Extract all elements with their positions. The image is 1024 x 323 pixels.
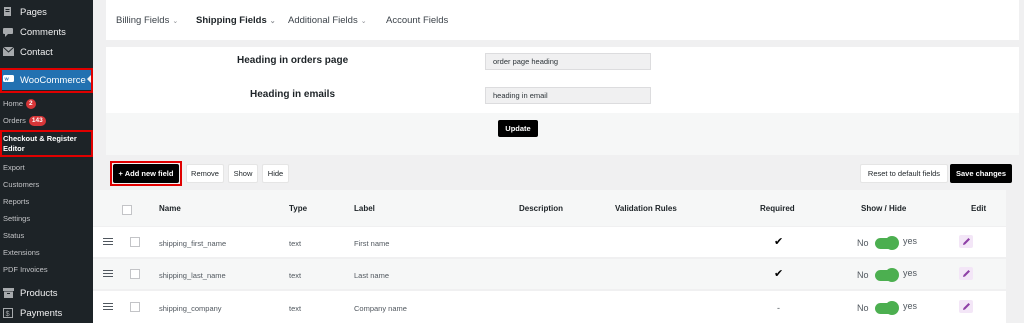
sidebar-item-label: Contact — [20, 46, 53, 58]
required-check-icon: ✔ — [774, 268, 784, 280]
drag-handle-icon[interactable] — [103, 270, 113, 278]
sidebar-subitem-extensions[interactable]: Extensions — [0, 248, 93, 258]
tab-billing-fields[interactable]: Billing Fields ⌄ — [116, 15, 178, 26]
toggle-yes-label: yes — [903, 268, 918, 278]
highlight-box-checkout-editor — [0, 130, 93, 157]
chevron-down-icon: ⌄ — [172, 18, 179, 25]
sidebar-subitem-home[interactable]: Home 2 — [0, 99, 93, 110]
sidebar-item-label: Comments — [20, 26, 66, 38]
field-name: shipping_last_name — [159, 271, 226, 280]
field-tabs: Billing Fields ⌄ Shipping Fields ⌄ Additio… — [106, 0, 1019, 40]
sidebar-subitem-customers[interactable]: Customers — [0, 180, 93, 190]
edit-pencil-icon[interactable] — [959, 300, 973, 313]
heading-settings-panel: Heading in orders page order page headin… — [106, 47, 1019, 155]
settings-row: Heading in emails heading in email — [106, 79, 1019, 111]
pages-icon — [3, 7, 14, 17]
toggle-no-label: No — [857, 238, 869, 248]
main-content: Billing Fields ⌄ Shipping Fields ⌄ Additio… — [93, 0, 1024, 323]
sidebar-subitem-status[interactable]: Status — [0, 231, 93, 241]
show-hide-toggle[interactable] — [875, 268, 899, 282]
field-type: text — [289, 271, 302, 280]
sidebar-subitem-reports[interactable]: Reports — [0, 197, 93, 207]
field-label: Company name — [354, 304, 407, 313]
drag-handle-icon[interactable] — [103, 238, 113, 246]
field-name: shipping_first_name — [159, 239, 227, 248]
sidebar-item-pages[interactable]: Pages — [0, 2, 93, 22]
count-badge: 143 — [28, 116, 46, 127]
sidebar-subitem-pdf-invoices[interactable]: PDF Invoices — [0, 265, 93, 275]
emails-heading-label: Heading in emails — [250, 89, 336, 100]
update-button[interactable]: Update — [498, 120, 538, 137]
column-header-validation-rules: Validation Rules — [615, 204, 677, 213]
column-header-edit: Edit — [971, 204, 987, 213]
archive-icon — [3, 288, 14, 298]
row-checkbox[interactable] — [130, 237, 140, 247]
chevron-down-icon: ⌄ — [360, 18, 367, 25]
sidebar-item-products[interactable]: Products — [0, 283, 93, 303]
envelope-icon — [2, 46, 15, 57]
select-all-checkbox[interactable] — [122, 205, 132, 215]
edit-pencil-icon[interactable] — [959, 235, 973, 248]
required-check-icon: ✔ — [774, 236, 784, 248]
reset-default-fields-button[interactable]: Reset to default fields — [860, 164, 948, 183]
toggle-yes-label: yes — [903, 301, 918, 311]
settings-actions-row — [106, 113, 1019, 155]
sidebar-subitem-export[interactable]: Export — [0, 163, 93, 173]
fields-table-header: Name Type Label Description Validation R… — [93, 190, 1006, 226]
app-window: Pages Comments Contact W WooCommerce Hom… — [0, 0, 1024, 323]
drag-handle-icon[interactable] — [103, 303, 113, 311]
admin-sidebar: Pages Comments Contact W WooCommerce Hom… — [0, 0, 93, 323]
edit-pencil-icon[interactable] — [959, 267, 973, 280]
highlight-box-woocommerce — [0, 68, 93, 93]
toggle-no-label: No — [857, 303, 869, 313]
row-checkbox[interactable] — [130, 302, 140, 312]
highlight-box-add-field — [110, 161, 182, 186]
settings-row: Heading in orders page order page headin… — [106, 47, 1019, 77]
table-row[interactable]: shipping_first_name text First name ✔ No… — [93, 226, 1006, 257]
show-hide-toggle[interactable] — [875, 301, 899, 315]
column-header-description: Description — [519, 204, 564, 213]
sidebar-item-comments[interactable]: Comments — [0, 22, 93, 42]
field-type: text — [289, 304, 302, 313]
sidebar-item-label: Pages — [20, 6, 47, 18]
tab-shipping-fields[interactable]: Shipping Fields ⌄ — [196, 15, 276, 26]
save-changes-button[interactable]: Save changes — [950, 164, 1012, 183]
remove-button[interactable]: Remove — [186, 164, 224, 183]
toggle-yes-label: yes — [903, 236, 918, 246]
sidebar-subitem-orders[interactable]: Orders 143 — [0, 116, 93, 127]
sidebar-item-payments[interactable]: $ Payments — [0, 303, 93, 323]
count-badge: 2 — [26, 99, 36, 110]
svg-text:$: $ — [6, 309, 11, 318]
field-label: First name — [354, 239, 390, 248]
column-header-label: Label — [354, 204, 375, 213]
sidebar-item-label: Products — [20, 287, 58, 299]
table-row[interactable]: shipping_last_name text Last name ✔ No y… — [93, 258, 1006, 289]
row-checkbox[interactable] — [130, 269, 140, 279]
orders-heading-input[interactable]: order page heading — [485, 53, 651, 70]
show-button[interactable]: Show — [228, 164, 258, 183]
comments-icon — [3, 27, 14, 37]
toggle-no-label: No — [857, 270, 869, 280]
column-header-required: Required — [760, 204, 795, 213]
show-hide-toggle[interactable] — [875, 236, 899, 250]
tab-account-fields[interactable]: Account Fields — [386, 15, 448, 26]
table-row[interactable]: shipping_company text Company name - No … — [93, 290, 1006, 323]
sidebar-subitem-settings[interactable]: Settings — [0, 214, 93, 224]
emails-heading-input[interactable]: heading in email — [485, 87, 651, 104]
field-type: text — [289, 239, 302, 248]
column-header-type: Type — [289, 204, 308, 213]
dollar-icon: $ — [3, 308, 14, 318]
sidebar-item-contact[interactable]: Contact — [0, 42, 93, 62]
sidebar-item-label: Payments — [20, 307, 63, 319]
column-header-show-hide: Show / Hide — [861, 204, 907, 213]
chevron-down-icon: ⌄ — [269, 18, 276, 25]
orders-heading-label: Heading in orders page — [237, 55, 349, 66]
field-name: shipping_company — [159, 304, 222, 313]
column-header-name: Name — [159, 204, 181, 213]
required-dash: - — [777, 303, 780, 313]
hide-button[interactable]: Hide — [262, 164, 289, 183]
tab-additional-fields[interactable]: Additional Fields ⌄ — [288, 15, 367, 26]
field-label: Last name — [354, 271, 390, 280]
